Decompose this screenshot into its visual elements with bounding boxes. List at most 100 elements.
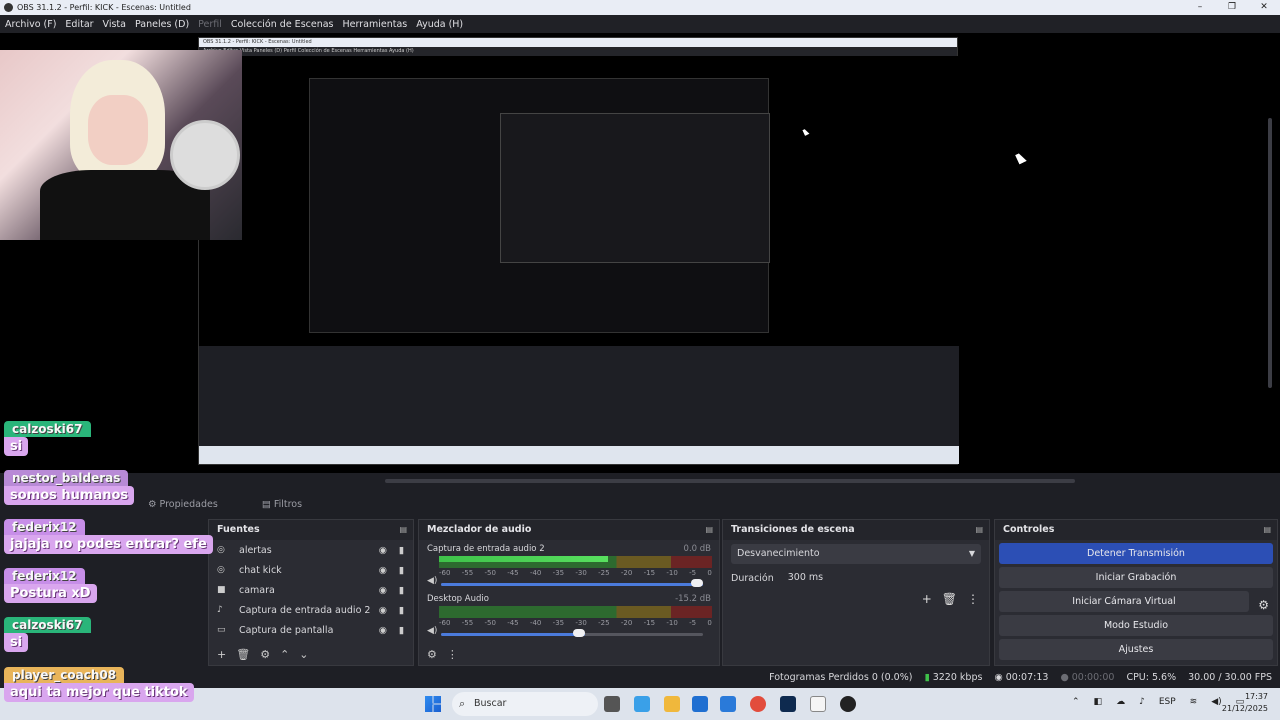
duration-input[interactable]: 300 ms <box>781 568 972 588</box>
tray-app-icon[interactable]: ◧ <box>1094 697 1103 707</box>
lock-icon[interactable]: ▮ <box>399 545 404 556</box>
store-icon[interactable] <box>692 696 708 712</box>
menu-vista[interactable]: Vista <box>103 19 126 30</box>
menu-herramientas[interactable]: Herramientas <box>343 19 408 30</box>
close-button[interactable]: ✕ <box>1248 0 1280 15</box>
language-indicator[interactable]: ESP <box>1159 697 1176 707</box>
volume-icon[interactable]: ◀) <box>1211 697 1221 707</box>
mic-tray-icon[interactable]: ♪ <box>1139 697 1145 707</box>
source-item[interactable]: ♪ Captura de entrada audio 2 ◉ ▮ <box>209 600 413 620</box>
move-up-icon[interactable]: ⌃ <box>280 648 289 661</box>
meter-tick: 0 <box>707 619 712 627</box>
lock-icon[interactable]: ▮ <box>399 605 404 616</box>
filters-label: Filtros <box>273 498 303 510</box>
taskbar-search[interactable]: ⌕ Buscar <box>452 692 598 716</box>
mixer-header: Mezclador de audio ▤ <box>419 520 719 540</box>
advanced-audio-icon[interactable]: ⚙ <box>427 648 437 661</box>
dock-menu-icon[interactable]: ▤ <box>1263 520 1271 540</box>
meter-tick: -50 <box>484 569 496 577</box>
stop-streaming-button[interactable]: Detener Transmisión <box>999 543 1273 564</box>
source-settings-icon[interactable]: ⚙ <box>260 648 270 661</box>
menu-archivo[interactable]: Archivo (F) <box>5 19 56 30</box>
lock-icon[interactable]: ▮ <box>399 565 404 576</box>
transition-select[interactable]: Desvanecimiento ▼ <box>731 544 981 564</box>
meter-tick: -25 <box>598 619 610 627</box>
filters-button[interactable]: ▤ Filtros <box>262 499 324 510</box>
visibility-eye-icon[interactable]: ◉ <box>379 625 387 636</box>
settings-button[interactable]: Ajustes <box>999 639 1273 660</box>
chat-text: Postura xD <box>4 584 97 603</box>
task-view-icon[interactable] <box>604 696 620 712</box>
chrome-icon[interactable] <box>750 696 766 712</box>
chat-message: calzoski67 si <box>4 421 214 456</box>
visibility-eye-icon[interactable]: ◉ <box>379 545 387 556</box>
clock[interactable]: 17:37 21/12/2025 <box>1222 691 1268 715</box>
menu-paneles[interactable]: Paneles (D) <box>135 19 189 30</box>
start-virtual-camera-button[interactable]: Iniciar Cámara Virtual <box>999 591 1249 612</box>
add-source-icon[interactable]: + <box>217 648 226 661</box>
copilot-icon[interactable] <box>634 696 650 712</box>
nested-menu: Archivo Editar Vista Paneles (D) Perfil … <box>199 47 957 56</box>
menu-ayuda[interactable]: Ayuda (H) <box>416 19 463 30</box>
windows-start-icon[interactable] <box>425 696 441 712</box>
monitor-icon: ▭ <box>217 625 226 635</box>
visibility-eye-icon[interactable]: ◉ <box>379 565 387 576</box>
lock-icon[interactable]: ▮ <box>399 625 404 636</box>
dock-menu-icon[interactable]: ▤ <box>975 520 983 540</box>
meter-tick: -50 <box>484 619 496 627</box>
notepad-icon[interactable] <box>810 696 826 712</box>
speaker-icon[interactable]: ◀) <box>427 576 437 586</box>
duration-label: Duración <box>731 572 774 584</box>
dock-menu-icon[interactable]: ▤ <box>399 520 407 540</box>
start-recording-button[interactable]: Iniciar Grabación <box>999 567 1273 588</box>
controls-dock: Controles ▤ Detener Transmisión Iniciar … <box>994 519 1278 666</box>
virtual-camera-settings-icon[interactable]: ⚙ <box>1258 598 1269 612</box>
maximize-button[interactable]: ❐ <box>1216 0 1248 15</box>
onedrive-icon[interactable]: ☁ <box>1116 697 1125 707</box>
photoshop-icon[interactable] <box>780 696 796 712</box>
volume-knob[interactable] <box>691 579 703 587</box>
add-transition-icon[interactable]: + <box>922 592 932 606</box>
source-item[interactable]: ◎ chat kick ◉ ▮ <box>209 560 413 580</box>
lock-icon[interactable]: ▮ <box>399 585 404 596</box>
chat-message: nestor_balderas somos humanos <box>4 470 214 505</box>
chat-message: federix12 Postura xD <box>4 568 214 603</box>
dock-menu-icon[interactable]: ▤ <box>705 520 713 540</box>
wifi-icon[interactable]: ≋ <box>1190 697 1198 707</box>
file-explorer-icon[interactable] <box>664 696 680 712</box>
chevron-up-icon[interactable]: ⌃ <box>1072 697 1080 707</box>
studio-mode-button[interactable]: Modo Estudio <box>999 615 1273 636</box>
menu-coleccion-escenas[interactable]: Colección de Escenas <box>231 19 334 30</box>
menu-editar[interactable]: Editar <box>65 19 93 30</box>
remove-source-icon[interactable]: 🗑 <box>236 648 250 661</box>
obs-taskbar-icon[interactable] <box>840 696 856 712</box>
duration-row: Duración 300 ms <box>731 568 981 588</box>
meter-tick: -40 <box>529 569 542 577</box>
chat-message: player_coach08 aqui ta mejor que tiktok <box>4 667 214 702</box>
chat-text: somos humanos <box>4 486 135 505</box>
webcam-feed <box>0 50 242 240</box>
minimize-button[interactable]: – <box>1184 0 1216 15</box>
meter-tick: -35 <box>552 569 565 577</box>
preview-vertical-scrollbar[interactable] <box>1268 118 1272 388</box>
volume-knob[interactable] <box>573 629 586 637</box>
speaker-icon[interactable]: ◀) <box>427 626 437 636</box>
visibility-eye-icon[interactable]: ◉ <box>379 605 387 616</box>
source-item[interactable]: ▭ Captura de pantalla ◉ ▮ <box>209 620 413 640</box>
transition-menu-icon[interactable]: ⋮ <box>967 592 979 606</box>
preview-horizontal-scrollbar[interactable] <box>385 479 1075 483</box>
transition-selected: Desvanecimiento <box>737 548 820 559</box>
source-item[interactable]: ◎ alertas ◉ ▮ <box>209 540 413 560</box>
source-item[interactable]: ■ camara ◉ ▮ <box>209 580 413 600</box>
remove-transition-icon[interactable]: 🗑 <box>942 592 957 606</box>
move-down-icon[interactable]: ⌄ <box>299 648 308 661</box>
bitrate: ▮ 3220 kbps <box>924 672 982 683</box>
mixer-menu-icon[interactable]: ⋮ <box>447 648 458 661</box>
meter-tick: -5 <box>689 569 697 577</box>
volume-slider[interactable] <box>441 633 703 636</box>
volume-slider[interactable] <box>441 583 703 586</box>
menu-perfil[interactable]: Perfil <box>198 19 222 30</box>
visibility-eye-icon[interactable]: ◉ <box>379 585 387 596</box>
meter-ticks: -60 -55 -50 -45 -40 -35 -30 -25 -20 -15 -10 -5 0 <box>439 619 712 627</box>
outlook-icon[interactable] <box>720 696 736 712</box>
